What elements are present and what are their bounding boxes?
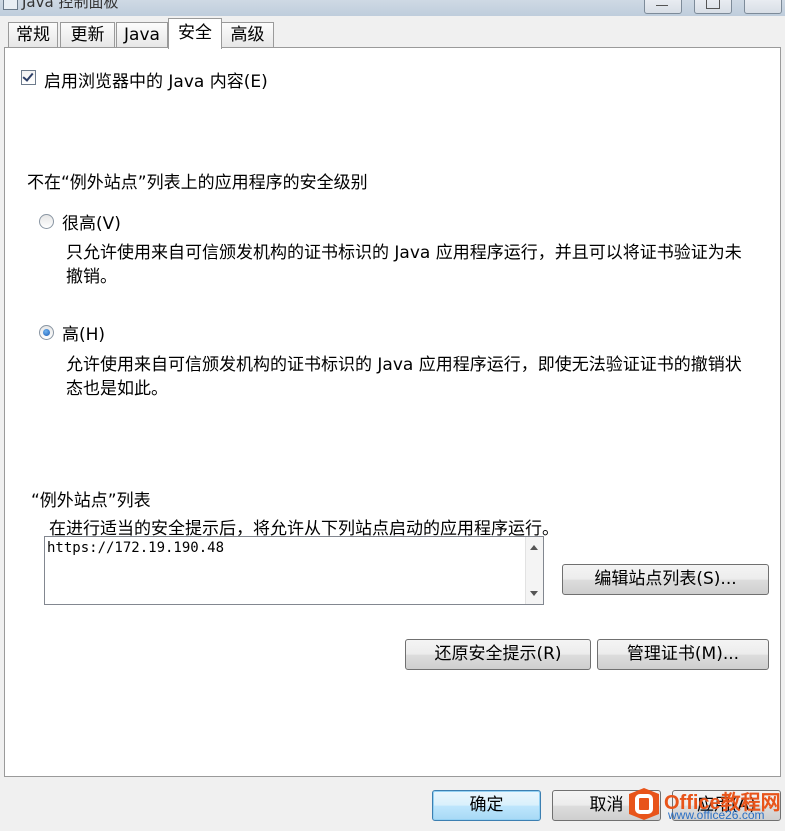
radio-very-high[interactable] <box>39 214 54 229</box>
tab-security[interactable]: 安全 <box>168 18 222 49</box>
manage-certificates-button[interactable]: 管理证书(M)... <box>597 639 769 670</box>
security-panel: 启用浏览器中的 Java 内容(E) 不在“例外站点”列表上的应用程序的安全级别… <box>4 47 781 777</box>
close-button[interactable] <box>744 0 782 14</box>
office-logo-icon <box>629 788 659 820</box>
edit-site-list-button[interactable]: 编辑站点列表(S)... <box>562 564 769 595</box>
exception-list-heading: “例外站点”列表 <box>31 491 151 511</box>
maximize-button[interactable] <box>694 0 732 14</box>
maximize-icon <box>706 0 720 9</box>
enable-java-label[interactable]: 启用浏览器中的 Java 内容(E) <box>44 67 268 92</box>
watermark: Office教程网 www.office26.com <box>620 778 785 831</box>
scroll-down-icon[interactable] <box>530 591 538 596</box>
very-high-description: 只允许使用来自可信颁发机构的证书标识的 Java 应用程序运行，并且可以将证书验… <box>66 243 742 287</box>
close-icon <box>756 0 768 7</box>
tab-java[interactable]: Java <box>116 22 168 48</box>
tab-general[interactable]: 常规 <box>8 22 58 48</box>
minimize-icon <box>656 5 668 6</box>
radio-high[interactable] <box>39 325 54 340</box>
tab-strip: 常规 更新 Java 安全 高级 <box>8 18 778 49</box>
scroll-up-icon[interactable] <box>530 545 538 550</box>
title-bar: Java 控制面板 <box>0 0 785 16</box>
security-level-heading: 不在“例外站点”列表上的应用程序的安全级别 <box>27 173 368 193</box>
high-description: 允许使用来自可信颁发机构的证书标识的 Java 应用程序运行，即使无法验证证书的… <box>66 355 742 399</box>
window-title: Java 控制面板 <box>22 0 119 11</box>
exception-sites-list[interactable]: https://172.19.190.48 <box>44 536 544 605</box>
java-app-icon <box>3 0 18 10</box>
ok-button[interactable]: 确定 <box>432 790 541 821</box>
list-item[interactable]: https://172.19.190.48 <box>47 540 224 556</box>
radio-high-label[interactable]: 高(H) <box>62 320 105 345</box>
tab-update[interactable]: 更新 <box>60 22 115 48</box>
enable-java-checkbox[interactable] <box>21 70 36 85</box>
minimize-button[interactable] <box>644 0 682 14</box>
list-scrollbar[interactable] <box>525 537 543 604</box>
radio-very-high-label[interactable]: 很高(V) <box>62 209 121 234</box>
tab-advanced[interactable]: 高级 <box>221 22 274 48</box>
watermark-url: www.office26.com <box>668 808 765 822</box>
restore-security-prompts-button[interactable]: 还原安全提示(R) <box>405 639 591 670</box>
